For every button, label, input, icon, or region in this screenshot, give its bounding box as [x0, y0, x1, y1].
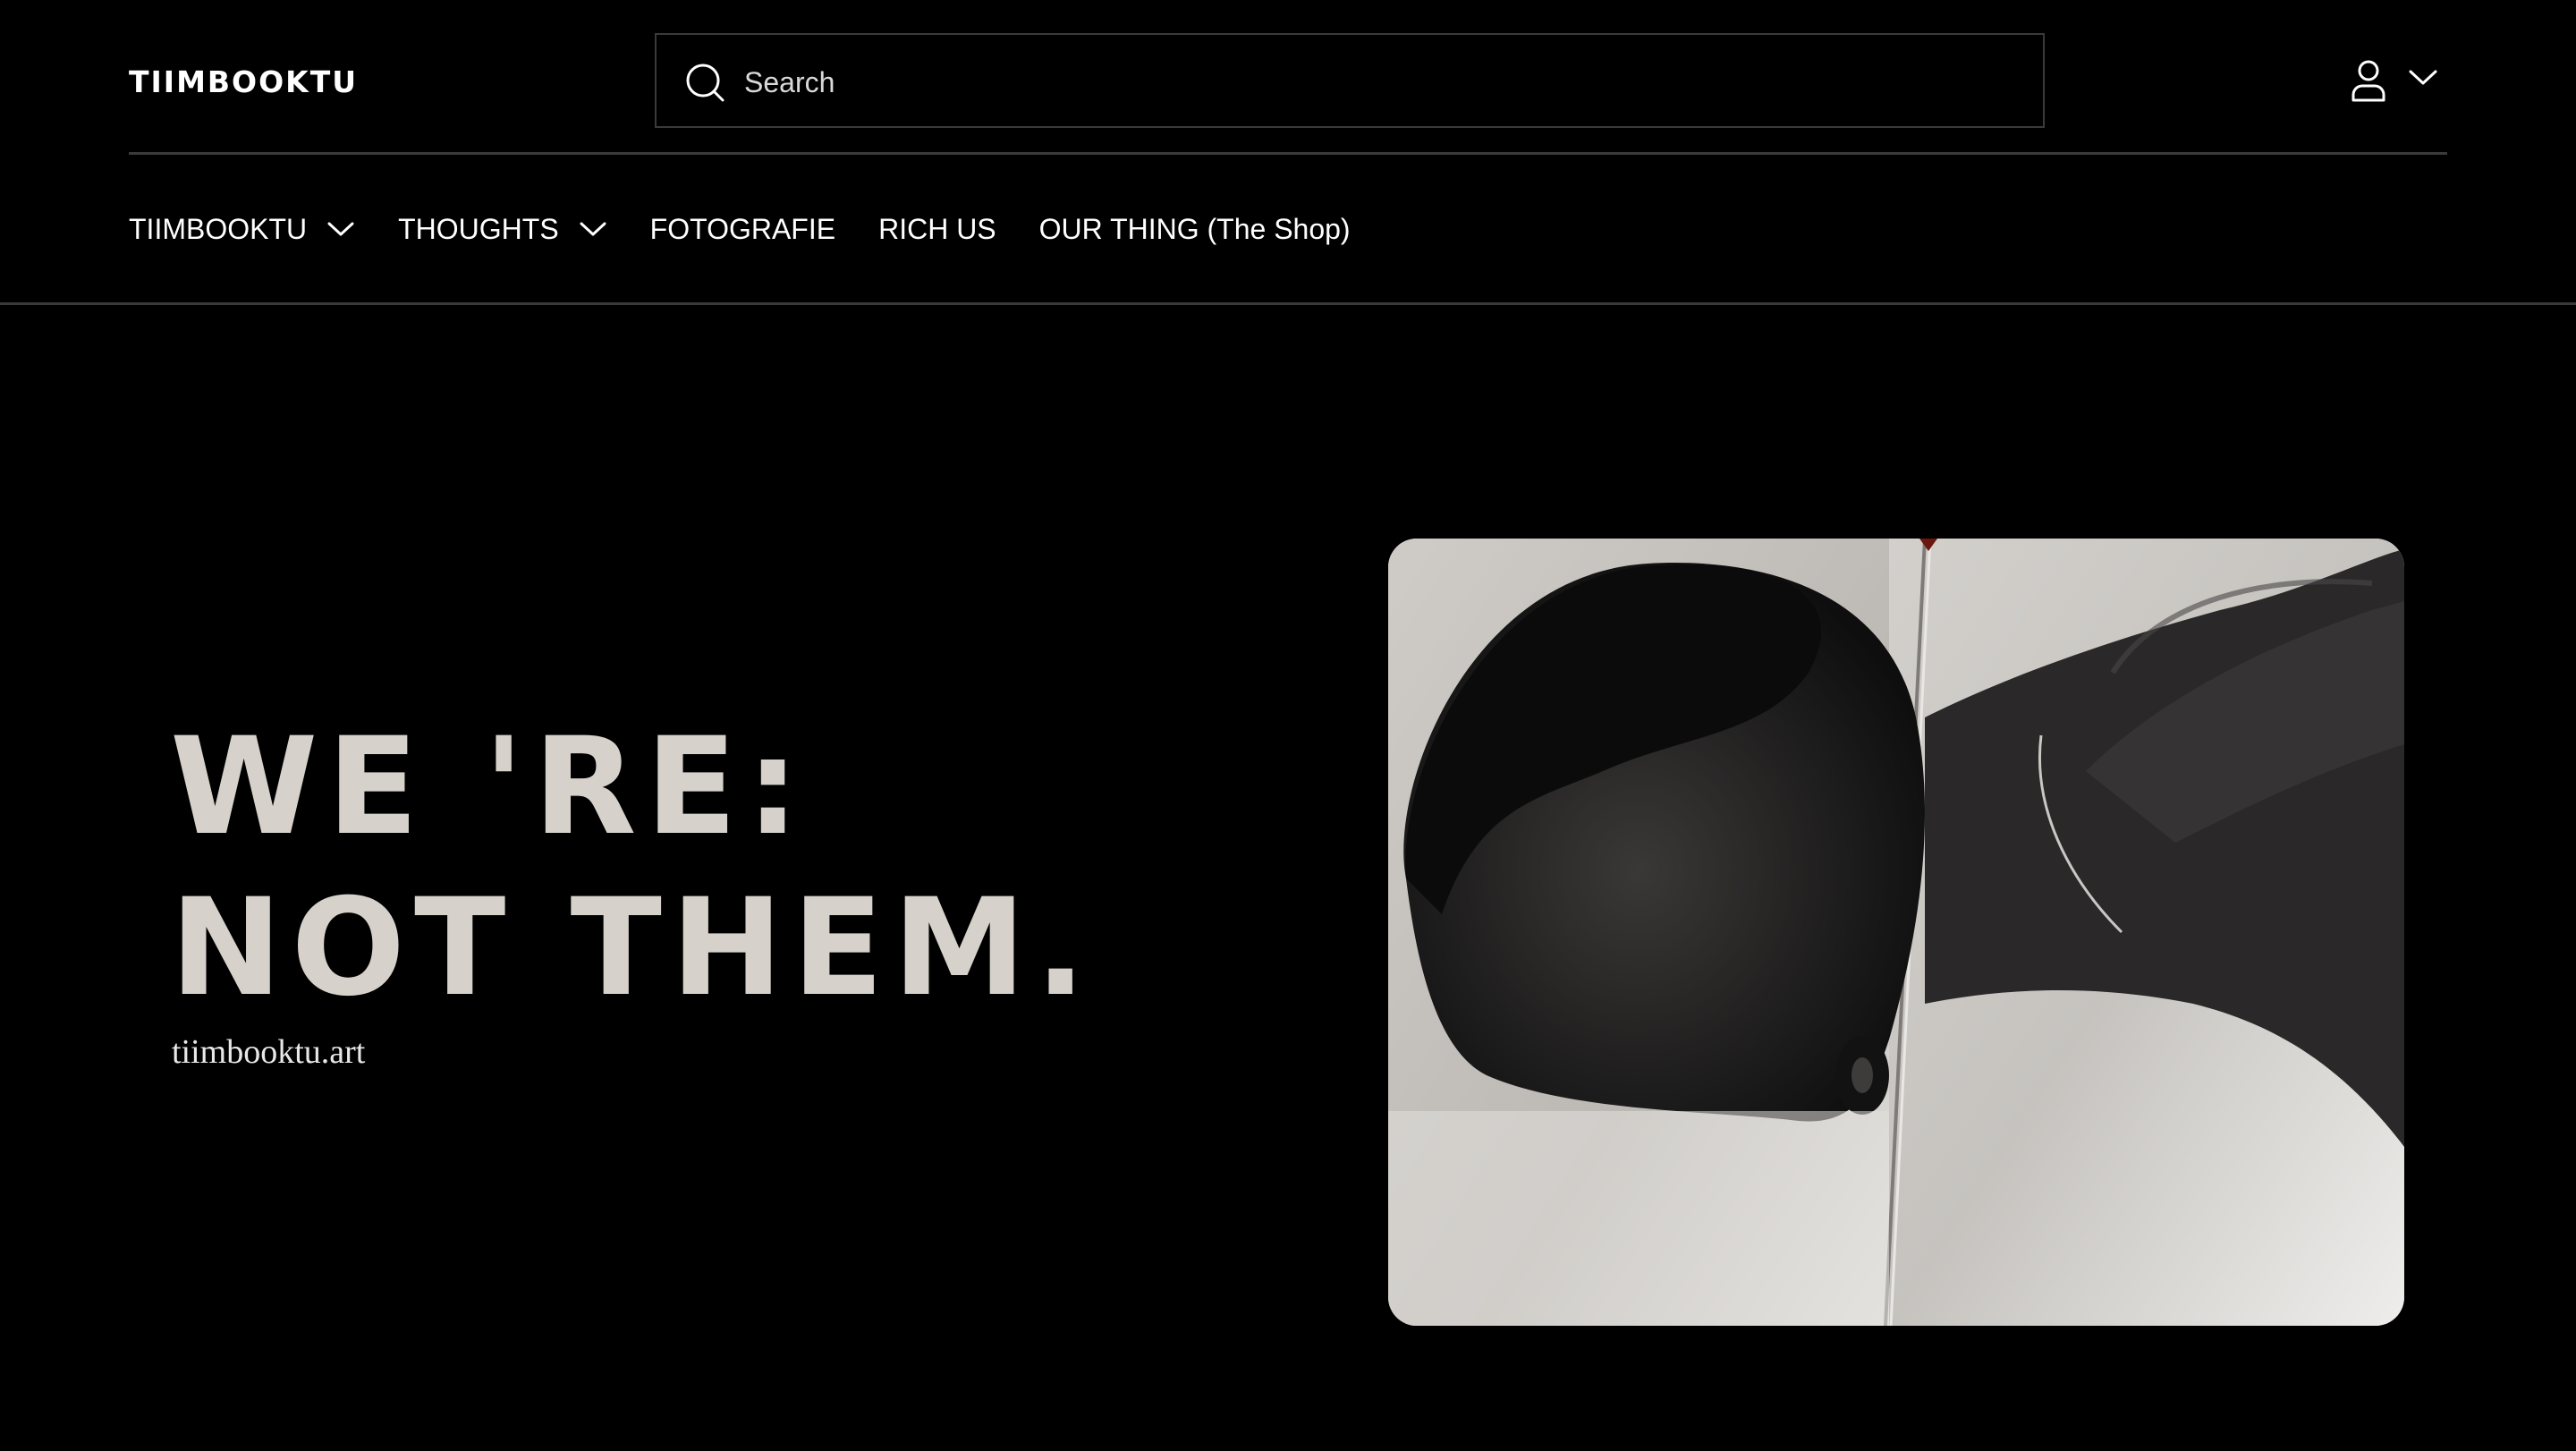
user-icon	[2351, 60, 2385, 102]
header: TIIMBOOKTU	[0, 0, 2576, 155]
nav-item-tiimbooktu[interactable]: TIIMBOOKTU	[129, 213, 355, 246]
nav-item-label: OUR THING (The Shop)	[1038, 212, 1351, 245]
account-button[interactable]	[2343, 55, 2444, 107]
nav-item-label: TIIMBOOKTU	[129, 212, 308, 245]
site-logo[interactable]: TIIMBOOKTU	[129, 64, 358, 100]
hero-subtitle: tiimbooktu.art	[172, 1033, 366, 1071]
nav-divider	[0, 302, 2576, 305]
search-input[interactable]	[742, 55, 1998, 110]
search-bar[interactable]	[655, 33, 2045, 128]
hero-photo	[1388, 539, 2404, 1326]
chevron-down-icon	[2409, 70, 2437, 85]
nav-item-fotografie[interactable]: FOTOGRAFIE	[650, 213, 835, 246]
nav-item-label: FOTOGRAFIE	[649, 212, 836, 245]
nav-item-rich-us[interactable]: RICH US	[878, 213, 996, 246]
header-divider	[129, 152, 2447, 155]
hero-heading: WE 'RE: NOT THEM.	[170, 707, 1095, 1029]
nav-item-shop[interactable]: OUR THING (The Shop)	[1039, 213, 1351, 246]
nav-item-thoughts[interactable]: THOUGHTS	[398, 213, 607, 246]
main-nav: TIIMBOOKTU THOUGHTS FOTOGRAFIE RICH US O…	[129, 202, 1394, 256]
chevron-down-icon	[327, 222, 354, 236]
search-icon	[686, 64, 724, 102]
chevron-down-icon	[580, 222, 606, 236]
nav-item-label: THOUGHTS	[398, 212, 559, 245]
hero-heading-line-2: NOT THEM.	[170, 870, 1096, 1026]
hero-heading-line-1: WE 'RE:	[170, 709, 809, 865]
nav-item-label: RICH US	[878, 212, 996, 245]
